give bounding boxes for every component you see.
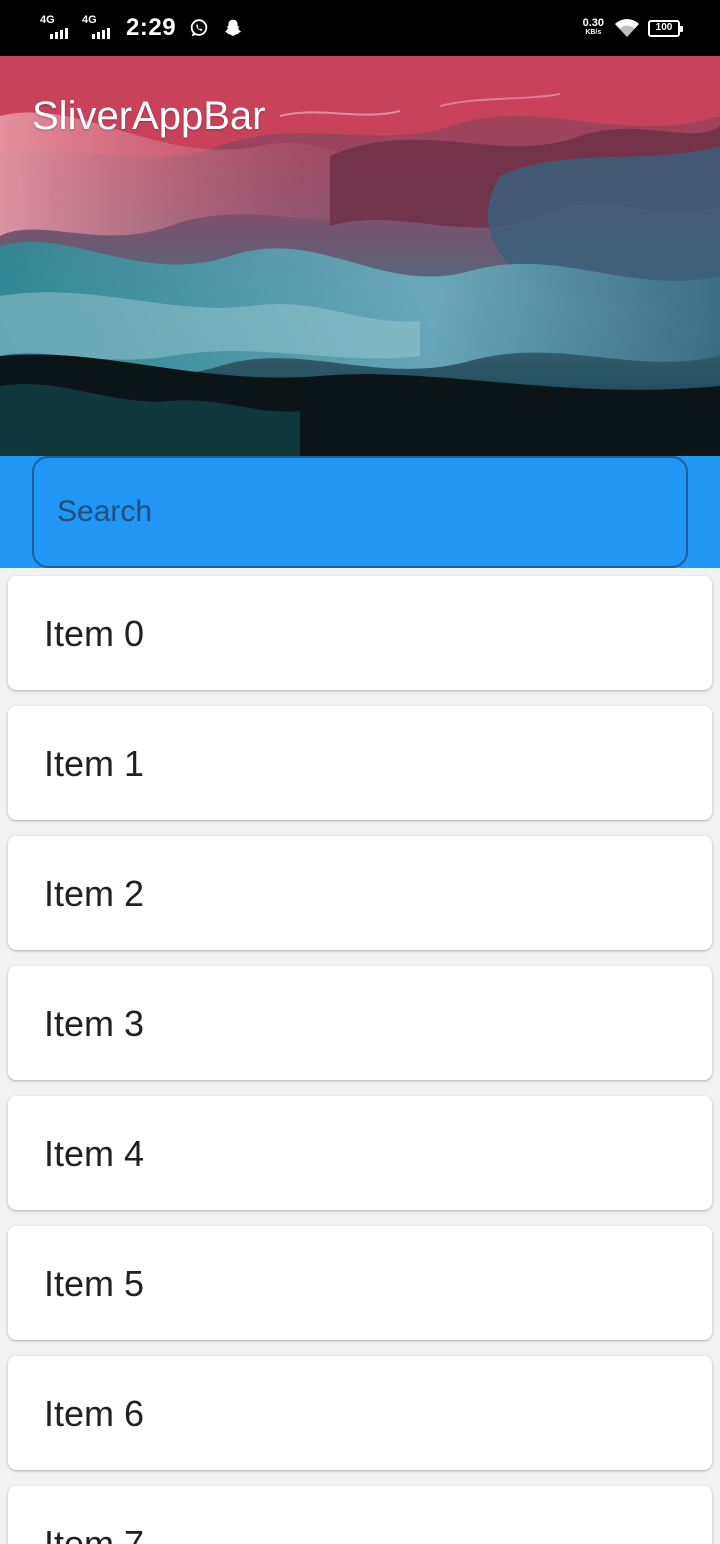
- list-item-label: Item 6: [44, 1393, 145, 1434]
- list-item[interactable]: Item 6: [8, 1356, 712, 1470]
- signal-icon: 4G: [40, 15, 74, 41]
- app-bar-title: SliverAppBar: [32, 94, 266, 138]
- list-item[interactable]: Item 4: [8, 1096, 712, 1210]
- status-left: 4G 4G 2:29: [40, 12, 244, 44]
- network-speed: 0.30 KB/s: [583, 18, 604, 38]
- list-item-label: Item 3: [44, 1003, 145, 1044]
- screen: 4G 4G 2:29 0.30 KB/s 100 SliverAppBar Se…: [0, 0, 720, 1544]
- signal-icon: 4G: [82, 15, 116, 41]
- list-item[interactable]: Item 3: [8, 966, 712, 1080]
- list-item-label: Item 1: [44, 743, 145, 784]
- network-type-2: 4G: [82, 14, 97, 26]
- sliver-app-bar: SliverAppBar: [0, 56, 720, 456]
- list-item[interactable]: Item 7: [8, 1486, 712, 1544]
- list-item-label: Item 0: [44, 613, 145, 654]
- clock: 2:29: [126, 14, 177, 41]
- search-input[interactable]: [32, 456, 688, 568]
- status-right: 0.30 KB/s 100: [583, 14, 683, 42]
- search-bar-container: [0, 456, 720, 568]
- speed-unit: KB/s: [585, 29, 602, 36]
- status-bar: 4G 4G 2:29 0.30 KB/s 100: [0, 0, 720, 56]
- snapchat-icon: [224, 19, 242, 36]
- list-item-label: Item 4: [44, 1133, 145, 1174]
- list-item[interactable]: Item 2: [8, 836, 712, 950]
- speed-value: 0.30: [582, 17, 604, 29]
- wifi-icon: [615, 19, 639, 37]
- list-item[interactable]: Item 0: [8, 576, 712, 690]
- battery-icon: 100: [648, 19, 683, 37]
- list-item-label: Item 7: [44, 1523, 145, 1544]
- list-item[interactable]: Item 5: [8, 1226, 712, 1340]
- list-item[interactable]: Item 1: [8, 706, 712, 820]
- list-item-label: Item 5: [44, 1263, 145, 1304]
- list-item-label: Item 2: [44, 873, 145, 914]
- whatsapp-icon: [190, 19, 208, 37]
- network-type-1: 4G: [40, 14, 55, 26]
- battery-level: 100: [655, 22, 673, 33]
